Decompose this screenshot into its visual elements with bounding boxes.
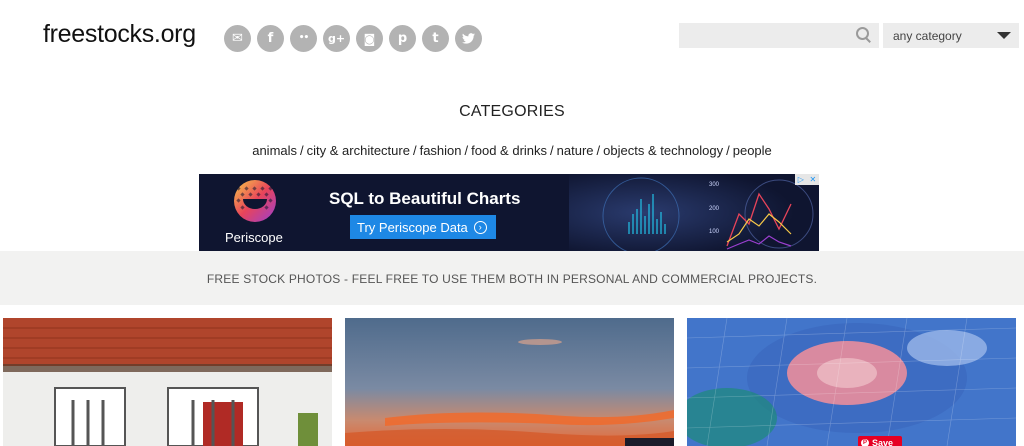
adchoices-icon[interactable]: ▷ ✕ bbox=[795, 174, 819, 185]
photo-house-roof-image bbox=[3, 318, 332, 446]
category-link-objects-technology[interactable]: objects & technology bbox=[603, 143, 723, 158]
flickr-icon[interactable]: •• bbox=[290, 25, 317, 52]
photo-house-roof[interactable] bbox=[3, 318, 332, 446]
photo-mosaic-image bbox=[687, 318, 1016, 446]
site-logo[interactable]: freestocks.org bbox=[43, 20, 196, 49]
tumblr-icon[interactable]: t bbox=[422, 25, 449, 52]
categories-links: animals / city & architecture / fashion / food… bbox=[0, 143, 1024, 158]
tagline-banner: FREE STOCK PHOTOS - FEEL FREE TO USE THE… bbox=[0, 251, 1024, 305]
category-link-food-drinks[interactable]: food & drinks bbox=[471, 143, 547, 158]
ad-chart-graphic: 300 200 100 bbox=[569, 174, 819, 251]
save-label: Save bbox=[872, 438, 894, 446]
pinterest-save-button[interactable]: P Save bbox=[858, 436, 902, 446]
pinterest-icon: P bbox=[861, 439, 869, 446]
ad-brand: Periscope bbox=[225, 230, 283, 245]
ad-chart-tick-200: 200 bbox=[709, 206, 720, 212]
instagram-icon[interactable]: ◙ bbox=[356, 25, 383, 52]
category-link-animals[interactable]: animals bbox=[252, 143, 297, 158]
photo-sunset-sky-image bbox=[345, 318, 674, 446]
search-icon[interactable] bbox=[856, 27, 870, 41]
category-link-nature[interactable]: nature bbox=[557, 143, 594, 158]
photo-mosaic[interactable]: P Save bbox=[687, 318, 1016, 446]
category-select-value: any category bbox=[893, 29, 962, 43]
category-link-city-architecture[interactable]: city & architecture bbox=[307, 143, 410, 158]
category-select[interactable]: any category bbox=[883, 23, 1019, 48]
ad-headline: SQL to Beautiful Charts bbox=[329, 189, 521, 208]
search-input[interactable] bbox=[685, 26, 845, 45]
ad-chart-tick-100: 100 bbox=[709, 229, 720, 235]
separator: / bbox=[464, 143, 469, 158]
separator: / bbox=[412, 143, 417, 158]
separator: / bbox=[300, 143, 304, 158]
arrow-right-icon: › bbox=[473, 220, 487, 234]
tagline-text: FREE STOCK PHOTOS - FEEL FREE TO USE THE… bbox=[206, 272, 818, 286]
category-link-people[interactable]: people bbox=[733, 143, 772, 158]
pinterest-icon[interactable]: p bbox=[389, 25, 416, 52]
separator: / bbox=[550, 143, 554, 158]
facebook-icon[interactable]: f bbox=[257, 25, 284, 52]
separator: / bbox=[726, 143, 730, 158]
search-box bbox=[679, 23, 879, 48]
twitter-icon[interactable] bbox=[455, 25, 482, 52]
ad-chart-tick-300: 300 bbox=[709, 182, 720, 188]
category-link-fashion[interactable]: fashion bbox=[420, 143, 462, 158]
photo-sunset-sky[interactable] bbox=[345, 318, 674, 446]
categories-title: CATEGORIES bbox=[459, 103, 565, 120]
separator: / bbox=[596, 143, 601, 158]
advertisement-banner[interactable]: Periscope SQL to Beautiful Charts Try Pe… bbox=[199, 174, 819, 251]
chevron-down-icon bbox=[997, 32, 1011, 39]
social-icons: ✉ f •• g+ ◙ p t bbox=[224, 25, 482, 52]
ad-cta-label: Try Periscope Data bbox=[357, 219, 468, 235]
googleplus-icon[interactable]: g+ bbox=[323, 25, 350, 52]
ad-cta-button[interactable]: Try Periscope Data › bbox=[350, 215, 496, 239]
email-icon[interactable]: ✉ bbox=[224, 25, 251, 52]
